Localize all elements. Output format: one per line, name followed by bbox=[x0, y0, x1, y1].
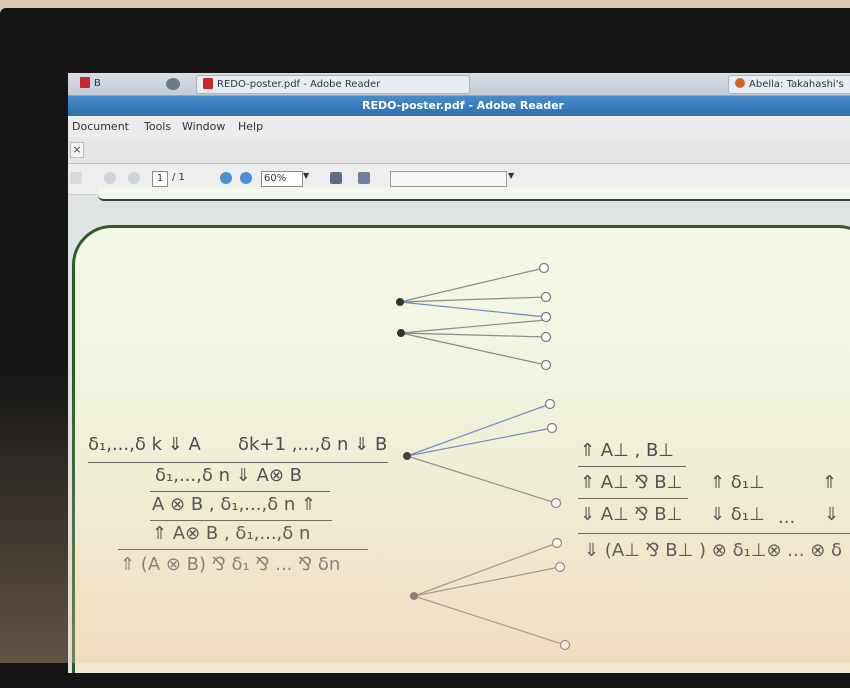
proof-line-1b: δk+1 ,...,δ n ⇓ B bbox=[238, 434, 388, 455]
right-line-2c: ⇑ bbox=[822, 472, 838, 493]
proof-line-4: ⇑ A⊗ B , δ₁,...,δ n bbox=[152, 523, 311, 544]
right-line-3: ⇓ A⊥ ⅋ B⊥ bbox=[580, 504, 683, 525]
graph-node-4 bbox=[410, 592, 418, 600]
right-line-3d: ⇓ bbox=[824, 504, 840, 525]
right-line-3b: ⇓ δ₁⊥ bbox=[710, 504, 765, 525]
proof-line-1a: δ₁,...,δ k ⇓ A bbox=[88, 434, 201, 455]
graph-node-2 bbox=[397, 329, 405, 337]
right-rule-1 bbox=[578, 466, 686, 467]
right-line-2b: ⇑ δ₁⊥ bbox=[710, 472, 765, 493]
proof-line-3: A ⊗ B , δ₁,...,δ n ⇑ bbox=[152, 494, 317, 515]
graph-node-1 bbox=[396, 298, 404, 306]
inference-rule-1 bbox=[88, 462, 388, 463]
graph-node-3 bbox=[403, 452, 411, 460]
right-rule-2 bbox=[578, 498, 688, 499]
right-line-4: ⇓ (A⊥ ⅋ B⊥ ) ⊗ δ₁⊥⊗ ... ⊗ δ bbox=[584, 540, 843, 561]
right-line-3c: ... bbox=[778, 507, 796, 528]
right-line-2: ⇑ A⊥ ⅋ B⊥ bbox=[580, 472, 683, 493]
right-rule-3 bbox=[578, 533, 850, 534]
right-line-1: ⇑ A⊥ , B⊥ bbox=[580, 440, 674, 461]
inference-rule-3 bbox=[150, 520, 332, 521]
inference-rule-2 bbox=[150, 491, 330, 492]
proof-line-5: ⇑ (A ⊗ B) ⅋ δ₁ ⅋ ... ⅋ δn bbox=[120, 554, 341, 575]
inference-rule-4 bbox=[118, 549, 368, 550]
proof-line-2: δ₁,...,δ n ⇓ A⊗ B bbox=[155, 465, 302, 486]
